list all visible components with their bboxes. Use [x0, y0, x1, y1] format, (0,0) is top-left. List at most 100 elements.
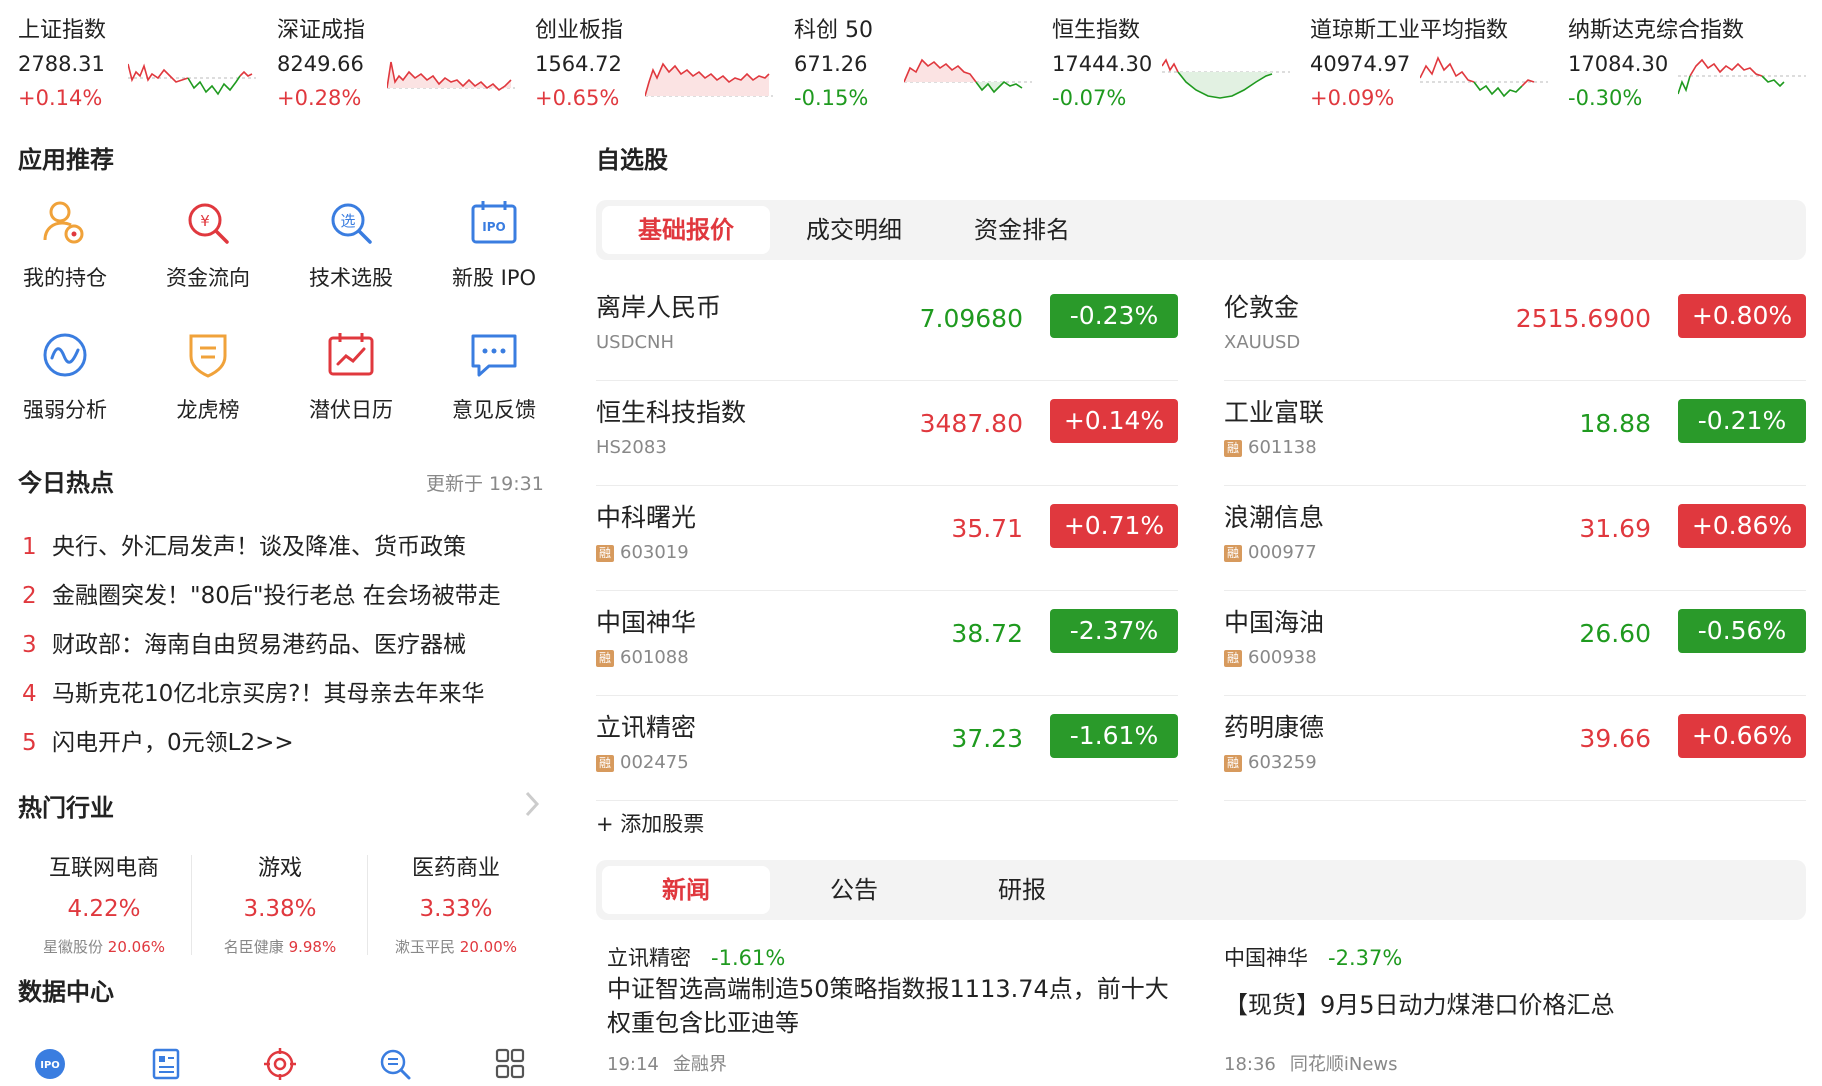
margin-badge: 融: [1224, 755, 1242, 772]
index-value: 2788.31: [18, 52, 105, 76]
stock-price: 31.69: [1579, 514, 1651, 543]
index-value: 17444.30: [1052, 52, 1153, 76]
hot-text: 金融圈突发！"80后"投行老总 在会场被带走: [52, 583, 501, 609]
industry-leader-change: 9.98%: [288, 938, 337, 956]
change-chip: -2.37%: [1050, 609, 1178, 653]
change-chip: -0.23%: [1050, 294, 1178, 338]
svg-text:IPO: IPO: [40, 1060, 60, 1071]
add-stock-button[interactable]: + 添加股票: [596, 808, 704, 838]
change-chip: +0.86%: [1678, 504, 1806, 548]
quote-row[interactable]: 中国海油 融 600938 26.60 -0.56%: [1224, 591, 1806, 696]
change-chip: +0.14%: [1050, 399, 1178, 443]
sparkline-chart: [387, 61, 515, 92]
index-value: 40974.97: [1310, 52, 1411, 76]
news-source: 同花顺iNews: [1289, 1054, 1398, 1075]
news-stock-tag[interactable]: 立讯精密 -1.61%: [607, 942, 785, 972]
industry-leader: 漱玉平民: [395, 938, 456, 956]
search-chart-icon[interactable]: [375, 1047, 415, 1081]
tab-news[interactable]: 新闻: [602, 866, 770, 914]
stock-picker-icon: 选: [331, 203, 372, 244]
index-card-chinext[interactable]: 创业板指 1564.72 +0.65%: [535, 8, 793, 113]
industry-item[interactable]: 互联网电商 4.22% 星徽股份 20.06%: [16, 850, 192, 957]
news-title[interactable]: 【现货】9月5日动力煤港口价格汇总: [1224, 988, 1794, 1022]
app-tech-stock-picker[interactable]: 选 技术选股: [286, 198, 416, 308]
stock-code: 601088: [620, 647, 689, 668]
index-name: 深证成指: [277, 18, 366, 43]
margin-badge: 融: [596, 755, 614, 772]
hot-news-item[interactable]: 2 金融圈突发！"80后"投行老总 在会场被带走: [22, 576, 542, 610]
news-time: 18:36: [1224, 1054, 1276, 1075]
index-card-shenzhen[interactable]: 深证成指 8249.66 +0.28%: [277, 8, 535, 113]
app-strength-analysis[interactable]: 强弱分析: [0, 330, 130, 440]
tab-trade-detail[interactable]: 成交明细: [770, 206, 938, 254]
report-icon[interactable]: [145, 1047, 185, 1081]
hot-text: 财政部：海南自由贸易港药品、医疗器械: [52, 632, 466, 658]
app-fund-flow[interactable]: ¥ 资金流向: [143, 198, 273, 308]
index-card-dow[interactable]: 道琼斯工业平均指数 40974.97 +0.09%: [1310, 8, 1568, 113]
tab-fund-ranking[interactable]: 资金排名: [938, 206, 1106, 254]
index-value: 1564.72: [535, 52, 622, 76]
stock-name: 工业富联: [1224, 398, 1325, 427]
app-label: 资金流向: [166, 266, 250, 290]
app-my-holdings[interactable]: 我的持仓: [0, 198, 130, 308]
news-time: 19:14: [607, 1054, 659, 1075]
chevron-right-icon[interactable]: [524, 790, 540, 818]
index-card-hangseng[interactable]: 恒生指数 17444.30 -0.07%: [1052, 8, 1310, 113]
index-card-star50[interactable]: 科创 50 671.26 -0.15%: [794, 8, 1052, 113]
app-new-ipo[interactable]: IPO 新股 IPO: [429, 198, 559, 308]
news-meta: 18:36 同花顺iNews: [1224, 1050, 1398, 1076]
quote-row[interactable]: 中国神华 融 601088 38.72 -2.37%: [596, 591, 1178, 696]
app-feedback[interactable]: 意见反馈: [429, 330, 559, 440]
hot-news-item[interactable]: 5 闪电开户，0元领L2>>: [22, 723, 542, 757]
data-center-title: 数据中心: [18, 978, 114, 1006]
stock-code: 002475: [620, 752, 689, 773]
industry-name: 游戏: [257, 856, 302, 881]
hot-today-updated: 更新于 19:31: [426, 473, 544, 495]
index-value: 17084.30: [1568, 52, 1669, 76]
app-label: 强弱分析: [23, 398, 107, 422]
stock-price: 3487.80: [919, 409, 1023, 438]
news-stock-tag[interactable]: 中国神华 -2.37%: [1224, 942, 1402, 972]
industry-leader: 名臣健康: [223, 938, 284, 956]
quote-row[interactable]: 离岸人民币 USDCNH 7.09680 -0.23%: [596, 276, 1178, 381]
index-card-shanghai[interactable]: 上证指数 2788.31 +0.14%: [18, 8, 276, 113]
app-label: 新股 IPO: [451, 266, 537, 290]
stock-code: USDCNH: [596, 332, 675, 353]
ipo-icon[interactable]: IPO: [30, 1047, 70, 1081]
quote-row[interactable]: 工业富联 融 601138 18.88 -0.21%: [1224, 381, 1806, 486]
stock-name: 恒生科技指数: [596, 398, 747, 427]
target-icon[interactable]: [260, 1047, 300, 1081]
industry-item[interactable]: 游戏 3.38% 名臣健康 9.98%: [192, 850, 368, 957]
news-title[interactable]: 中证智选高端制造50策略指数报1113.74点，前十大权重包含比亚迪等: [607, 972, 1177, 1040]
quote-row[interactable]: 伦敦金 XAUUSD 2515.6900 +0.80%: [1224, 276, 1806, 381]
tab-announcements[interactable]: 公告: [770, 866, 938, 914]
quote-row[interactable]: 中科曙光 融 603019 35.71 +0.71%: [596, 486, 1178, 591]
index-card-nasdaq[interactable]: 纳斯达克综合指数 17084.30 -0.30%: [1568, 8, 1822, 113]
ipo-calendar-icon: IPO: [471, 201, 517, 244]
quote-row[interactable]: 恒生科技指数 HS2083 3487.80 +0.14%: [596, 381, 1178, 486]
industry-leader-change: 20.00%: [459, 938, 517, 956]
stock-name: 离岸人民币: [596, 293, 722, 322]
stock-code: 603259: [1248, 752, 1317, 773]
stock-name: 中国海油: [1224, 608, 1325, 637]
feedback-icon: [471, 334, 517, 377]
news-stock-change: -1.61%: [711, 946, 786, 970]
app-latent-calendar[interactable]: 潜伏日历: [286, 330, 416, 440]
quote-row[interactable]: 药明康德 融 603259 39.66 +0.66%: [1224, 696, 1806, 801]
app-dragon-tiger-list[interactable]: 龙虎榜: [143, 330, 273, 440]
grid-icon[interactable]: [490, 1047, 530, 1081]
index-change: +0.14%: [18, 86, 103, 110]
change-chip: +0.66%: [1678, 714, 1806, 758]
index-name: 上证指数: [18, 18, 107, 43]
index-change: -0.15%: [794, 86, 869, 110]
hot-news-item[interactable]: 4 马斯克花10亿北京买房?！其母亲去年来华: [22, 674, 542, 708]
tab-research[interactable]: 研报: [938, 866, 1106, 914]
hot-news-item[interactable]: 1 央行、外汇局发声！谈及降准、货币政策: [22, 527, 542, 561]
stock-price: 18.88: [1579, 409, 1651, 438]
quote-row[interactable]: 浪潮信息 融 000977 31.69 +0.86%: [1224, 486, 1806, 591]
industry-item[interactable]: 医药商业 3.33% 漱玉平民 20.00%: [368, 850, 544, 957]
hot-news-item[interactable]: 3 财政部：海南自由贸易港药品、医疗器械: [22, 625, 542, 659]
strength-analysis-icon: [43, 333, 87, 377]
tab-basic-quote[interactable]: 基础报价: [602, 206, 770, 254]
quote-row[interactable]: 立讯精密 融 002475 37.23 -1.61%: [596, 696, 1178, 801]
